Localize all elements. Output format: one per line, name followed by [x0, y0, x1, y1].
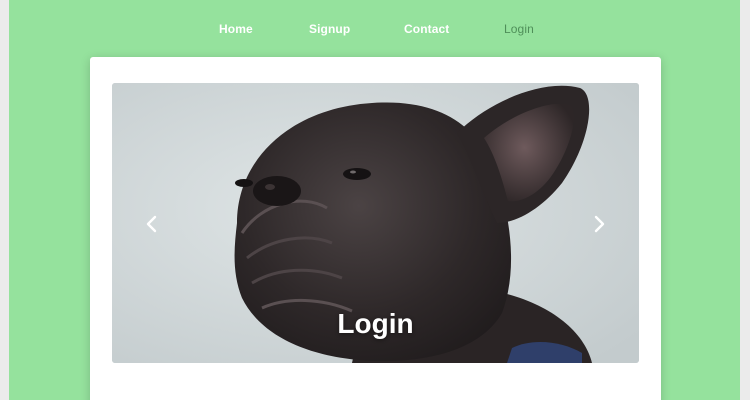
nav-login-link[interactable]: Login	[504, 22, 534, 36]
content-card: Login	[90, 57, 661, 400]
nav-home-link[interactable]: Home	[219, 22, 253, 36]
nav-contact-link[interactable]: Contact	[404, 22, 449, 36]
chevron-right-icon[interactable]	[589, 214, 609, 234]
chevron-left-icon[interactable]	[142, 214, 162, 234]
page-background: Home Signup Contact Login Login	[9, 0, 740, 400]
image-carousel[interactable]: Login	[112, 83, 639, 363]
carousel-caption: Login	[337, 308, 414, 339]
nav-signup-link[interactable]: Signup	[309, 22, 350, 36]
top-nav: Home Signup Contact Login	[9, 22, 740, 40]
